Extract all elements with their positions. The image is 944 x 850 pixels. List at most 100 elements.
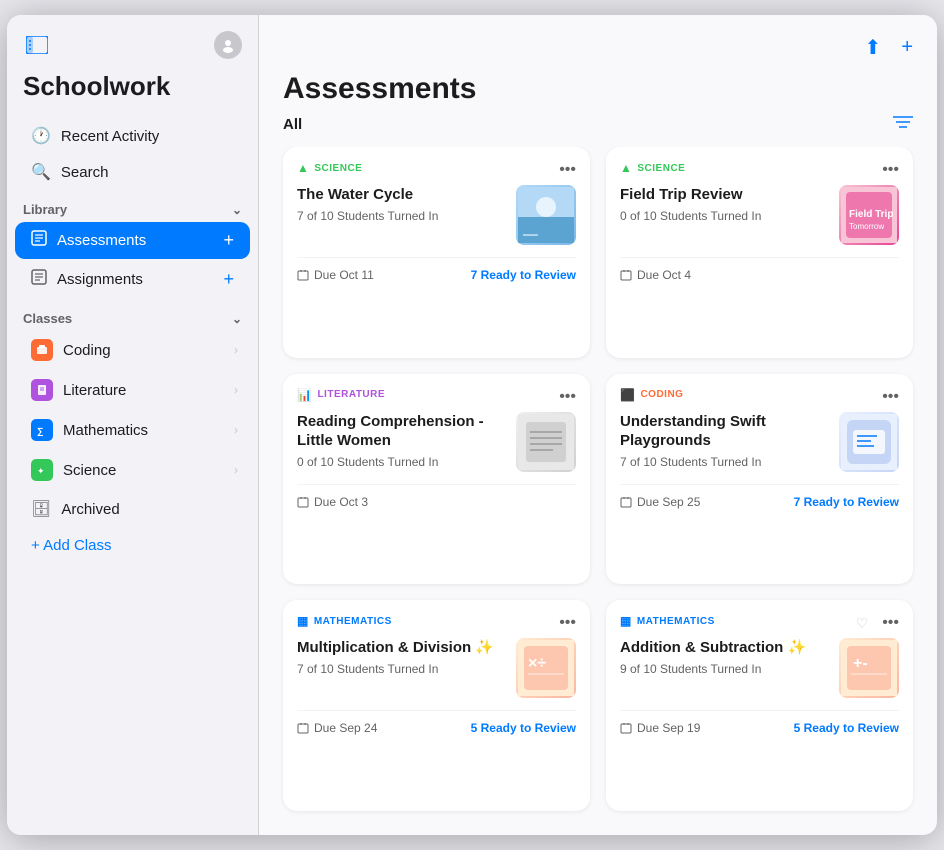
card-due-date: Due Sep 25	[620, 495, 700, 509]
sidebar-item-mathematics[interactable]: ∑ Mathematics ›	[15, 411, 250, 449]
card-body: The Water Cycle 7 of 10 Students Turned …	[297, 185, 576, 245]
card-body: Addition & Subtraction ✨ 9 of 10 Student…	[620, 638, 899, 698]
add-button[interactable]: +	[897, 32, 917, 63]
card-due-date: Due Sep 24	[297, 721, 377, 735]
sidebar-item-recent-activity[interactable]: 🕐 Recent Activity	[15, 118, 250, 154]
card-multiplication: ▦ MATHEMATICS ••• Multiplication & Divis…	[283, 600, 590, 811]
sidebar-item-science[interactable]: ✦ Science ›	[15, 451, 250, 489]
subject-label: MATHEMATICS	[314, 616, 392, 627]
science-class-icon: ✦	[31, 459, 53, 481]
svg-text:×÷: ×÷	[528, 655, 546, 672]
card-thumbnail	[516, 412, 576, 472]
card-swift-playgrounds: ⬛ CODING ••• Understanding Swift Playgro…	[606, 374, 913, 585]
card-header: ⬛ CODING •••	[620, 388, 899, 406]
card-header: ▦ MATHEMATICS •••	[297, 614, 576, 632]
svg-text:Field Trip: Field Trip	[849, 209, 893, 220]
subject-label: SCIENCE	[637, 163, 685, 174]
card-due-date: Due Oct 3	[297, 495, 368, 509]
card-more-button[interactable]: •••	[882, 161, 899, 179]
card-footer: Due Sep 24 5 Ready to Review	[297, 710, 576, 747]
sidebar-item-coding[interactable]: Coding ›	[15, 331, 250, 369]
add-assessment-button[interactable]: +	[219, 230, 238, 251]
filter-tab-all[interactable]: All	[283, 116, 302, 133]
card-reading-comprehension: 📊 LITERATURE ••• Reading Comprehension -…	[283, 374, 590, 585]
card-students: 0 of 10 Students Turned In	[620, 209, 829, 223]
sidebar-item-assignments[interactable]: Assignments +	[15, 261, 250, 298]
card-text: Reading Comprehension - Little Women 0 o…	[297, 412, 506, 469]
svg-text:Tomorrow: Tomorrow	[849, 222, 884, 231]
card-title: The Water Cycle	[297, 185, 506, 205]
subject-label: SCIENCE	[314, 163, 362, 174]
card-text: Multiplication & Division ✨ 7 of 10 Stud…	[297, 638, 506, 676]
svg-text:+-: +-	[853, 655, 868, 672]
export-button[interactable]: ⬆	[861, 31, 886, 64]
card-students: 0 of 10 Students Turned In	[297, 455, 506, 469]
coding-badge-icon: ⬛	[620, 388, 635, 402]
heart-icon: ♡	[856, 615, 869, 632]
card-water-cycle: ▲ SCIENCE ••• The Water Cycle 7 of 10 St…	[283, 147, 590, 358]
filter-button[interactable]	[893, 114, 913, 135]
card-body: Understanding Swift Playgrounds 7 of 10 …	[620, 412, 899, 472]
card-thumbnail	[839, 412, 899, 472]
literature-badge-icon: 📊	[297, 388, 312, 402]
subject-badge: ▲ SCIENCE	[620, 161, 685, 175]
card-title: Multiplication & Division ✨	[297, 638, 506, 658]
card-due-date: Due Oct 11	[297, 268, 374, 282]
add-class-label: + Add Class	[31, 537, 111, 554]
sidebar-item-archived[interactable]: 🗄 Archived	[15, 491, 250, 527]
sidebar-item-literature[interactable]: Literature ›	[15, 371, 250, 409]
card-title: Reading Comprehension - Little Women	[297, 412, 506, 451]
sidebar-item-assessments[interactable]: Assessments +	[15, 222, 250, 259]
classes-chevron[interactable]: ⌄	[232, 312, 242, 326]
sidebar-toggle-icon[interactable]	[23, 31, 51, 59]
mathematics-class-icon: ∑	[31, 419, 53, 441]
library-chevron[interactable]: ⌄	[232, 203, 242, 217]
library-section-header: Library ⌄	[7, 190, 258, 221]
card-footer: Due Oct 3	[297, 484, 576, 521]
search-icon: 🔍	[31, 162, 51, 182]
card-due-date: Due Sep 19	[620, 721, 700, 735]
archived-icon: 🗄	[31, 499, 51, 519]
svg-text:═══: ═══	[522, 232, 538, 239]
sidebar-item-search[interactable]: 🔍 Search	[15, 154, 250, 190]
add-assignment-button[interactable]: +	[219, 269, 238, 290]
classes-label: Classes	[23, 311, 72, 326]
card-more-button[interactable]: •••	[559, 161, 576, 179]
card-text: Field Trip Review 0 of 10 Students Turne…	[620, 185, 829, 223]
science-badge-icon: ▲	[297, 161, 309, 175]
card-students: 7 of 10 Students Turned In	[297, 662, 506, 676]
page-title: Assessments	[259, 64, 937, 110]
card-footer: Due Oct 4	[620, 257, 899, 294]
subject-badge: ▦ MATHEMATICS	[620, 614, 715, 628]
filter-row: All	[259, 110, 937, 147]
add-class-button[interactable]: + Add Class	[15, 529, 250, 562]
card-header: ▲ SCIENCE •••	[297, 161, 576, 179]
card-more-button[interactable]: •••	[882, 388, 899, 406]
recent-activity-label: Recent Activity	[61, 128, 159, 145]
subject-label: CODING	[640, 389, 683, 400]
card-footer: Due Oct 11 7 Ready to Review	[297, 257, 576, 294]
coding-chevron-icon: ›	[234, 343, 238, 357]
subject-label: MATHEMATICS	[637, 616, 715, 627]
card-addition: ▦ MATHEMATICS ♡ ••• Addition & Subtracti…	[606, 600, 913, 811]
literature-chevron-icon: ›	[234, 383, 238, 397]
card-body: Reading Comprehension - Little Women 0 o…	[297, 412, 576, 472]
card-more-button[interactable]: •••	[559, 614, 576, 632]
ready-to-review: 5 Ready to Review	[471, 721, 576, 735]
card-header: ▲ SCIENCE •••	[620, 161, 899, 179]
sidebar: Schoolwork 🕐 Recent Activity 🔍 Search Li…	[7, 15, 259, 835]
card-title: Field Trip Review	[620, 185, 829, 205]
science-badge-icon: ▲	[620, 161, 632, 175]
avatar-button[interactable]	[214, 31, 242, 59]
literature-label: Literature	[63, 382, 224, 399]
card-more-button[interactable]: •••	[559, 388, 576, 406]
due-label: Due Sep 19	[637, 721, 700, 735]
card-more-button[interactable]: •••	[882, 614, 899, 632]
subject-badge: ▦ MATHEMATICS	[297, 614, 392, 628]
subject-badge: ⬛ CODING	[620, 388, 683, 402]
literature-class-icon	[31, 379, 53, 401]
card-thumbnail: ═══	[516, 185, 576, 245]
assessments-icon	[31, 230, 47, 251]
clock-icon: 🕐	[31, 126, 51, 146]
card-thumbnail: Field Trip Tomorrow	[839, 185, 899, 245]
